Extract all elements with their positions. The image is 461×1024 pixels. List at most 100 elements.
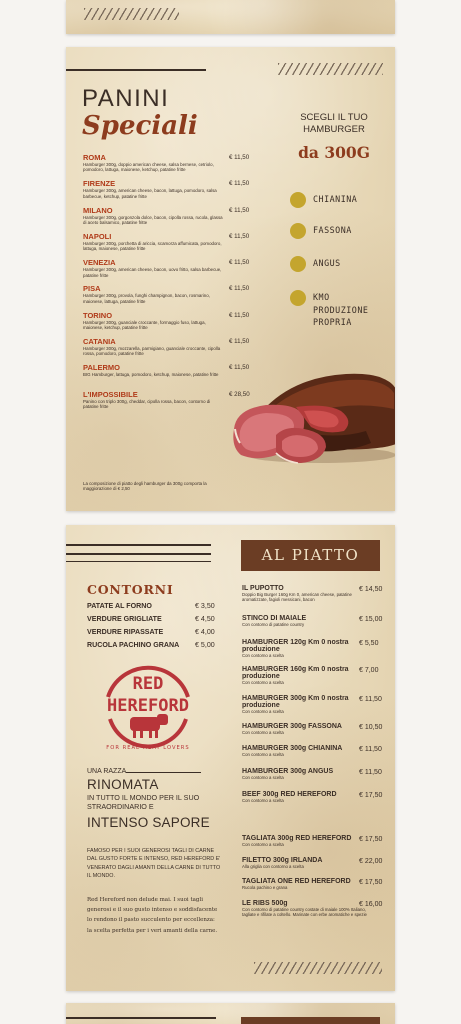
breed-item: FASSONA [290,223,352,239]
hatch-decoration [84,8,179,20]
menu-item-description: Hamburger 300g, provola, funghi champign… [83,293,210,304]
header-band [241,1017,380,1024]
description-paragraph: Red Hereford non delude mai. I suoi tagl… [87,897,218,934]
menu-item-price: € 11,50 [229,311,250,319]
menu-page-al-piatto: AL PIATTO CONTORNI PATATE AL FORNO € 3,50… [66,525,395,991]
dish-item: BEEF 300g RED HEREFORD Con contorno a sce… [242,791,388,803]
menu-item-price: € 11,50 [229,259,250,267]
contorno-name: RUCOLA PACHINO GRANA [87,640,180,649]
contorno-item: VERDURE RIPASSATE € 4,00 [87,628,217,641]
dish-item: HAMBURGER 300g Km 0 nostra produzione Con… [242,695,388,714]
divider [66,553,211,555]
dish-price: € 10,50 [359,724,383,731]
dish-price: € 11,50 [359,696,382,703]
menu-item-description: Hamburger 300g, guanciale croccante, for… [83,319,206,331]
choose-hamburger-text: SCEGLI IL TUO HAMBURGER [300,112,368,135]
bullet-dot-icon [290,290,306,306]
dish-item: HAMBURGER 300g CHIANINA Con contorno a sc… [242,745,388,757]
dish-description: Con contorno di patatine country costate… [242,907,367,918]
menu-item: FIRENZE Hamburger 300g, american cheese, … [83,179,273,205]
dish-description: Doppio Big Burger 160g Km 0, american ch… [242,592,352,603]
dish-item: FILETTO 300g IRLANDA Alla griglia con con… [242,857,388,869]
dish-price: € 15,00 [359,616,383,623]
dish-price: € 7,00 [359,667,379,674]
cow-icon [130,714,168,738]
dish-item: TAGLIATA ONE RED HEREFORD Rucola pachino … [242,878,388,890]
menu-item-price: € 11,50 [229,154,250,161]
dish-item: STINCO DI MAIALE Con contorno di patatine… [242,615,388,627]
logo-tagline: FOR REAL MEAT LOVERS [106,745,189,751]
menu-item: NAPOLI Hamburger 300g, porchetta di aricc… [83,232,273,258]
divider [66,69,206,71]
dish-item: IL PUPOTTO Doppio Big Burger 160g Km 0, a… [242,585,388,603]
dish-item: LE RIBS 500g Con contorno di patatine cou… [242,900,388,918]
contorno-price: € 5,00 [195,640,215,649]
menu-item: VENEZIA Hamburger 300g, american cheese, … [83,258,273,284]
dish-description: Con contorno a scelta [242,798,284,803]
menu-item-description: Panino con triplo 300g, cheddar, cipolla… [83,398,211,410]
contorni-title: CONTORNI [87,582,174,597]
dish-description: Con contorno a scelta [242,775,284,780]
bullet-dot-icon [290,256,306,272]
divider [126,772,201,773]
menu-item: ROMA Hamburger 300g, doppio american chee… [83,153,273,179]
menu-page-top-partial [66,0,395,34]
breed-item: CHIANINA [290,192,357,208]
dish-price: € 17,50 [359,792,383,799]
contorno-price: € 4,00 [195,627,215,636]
hatch-decoration [278,63,383,75]
divider [66,561,211,562]
menu-item-price: € 11,50 [229,232,250,240]
contorno-price: € 3,50 [195,602,215,610]
bullet-dot-icon [290,223,306,239]
menu-item-description: Hamburger 300g, mozzarella, parmigiano, … [83,346,221,357]
breed-label: ANGUS [313,258,341,268]
menu-item-price: € 11,50 [229,180,250,188]
dish-description: Con contorno a scelta [242,752,284,757]
logo-line2: HEREFORD [107,696,189,716]
contorno-item: PATATE AL FORNO € 3,50 [87,602,217,615]
menu-item: TORINO Hamburger 300g, guanciale croccant… [83,311,273,337]
menu-item-price: € 11,50 [229,206,250,214]
menu-item: MILANO Hamburger 300g, gorgonzola dolce, … [83,206,273,232]
famosi-text: FAMOSO PER I SUOI GENEROSI TAGLI DI CARN… [87,848,221,879]
footnote: La composizione di piatto degli hamburge… [83,481,207,492]
dish-item: HAMBURGER 300g FASSONA Con contorno a sce… [242,723,388,735]
breed-label: CHIANINA [313,194,358,204]
section-subtitle: Speciali [82,111,198,141]
dish-price: € 22,00 [359,858,383,865]
menu-item-price: € 11,50 [229,338,250,346]
breed-label: FASSONA [313,225,352,235]
weight-label: da 300G [298,143,370,162]
divider [66,544,211,546]
dish-description: Rucola pachino e grana [242,885,288,890]
menu-item-description: Hamburger 300g, gorgonzola dolce, bacon,… [83,214,223,225]
dish-price: € 16,00 [359,901,383,908]
menu-item-description: Hamburger 300g, porchetta di ariccia, sc… [83,240,222,252]
dish-description: Con contorno a scelta [242,730,284,735]
dish-price: € 17,50 [359,836,383,843]
menu-item-description: BIG Hamburger, lattuga, pomodoro, ketchu… [83,372,219,378]
contorni-list: PATATE AL FORNO € 3,50 VERDURE GRIGLIATE € … [87,602,217,654]
contorno-item: VERDURE GRIGLIATE € 4,50 [87,615,217,628]
menu-item-price: € 11,50 [229,285,250,293]
dish-description: Con contorno di patatine country [242,622,305,627]
dish-price: € 17,50 [359,879,383,886]
menu-item: CATANIA Hamburger 300g, mozzarella, parmi… [83,337,273,363]
contorno-name: VERDURE GRIGLIATE [87,614,162,623]
breed-item: ANGUS [290,256,341,272]
contorno-price: € 4,50 [195,614,215,623]
red-hereford-logo: RED HEREFORD FOR REAL MEAT LOVERS [106,665,190,751]
una-razza-text: UNA RAZZA [87,768,127,775]
breed-label: KMO PRODUZIONE PROPRIA [313,292,369,327]
menu-item-description: Hamburger 300g, american cheese, bacon, … [83,188,217,199]
intenso-heading: INTENSO SAPORE [87,815,210,830]
divider [66,1017,216,1019]
contorno-name: VERDURE RIPASSATE [87,627,164,636]
bullet-dot-icon [290,192,306,208]
dish-item: HAMBURGER 160g Km 0 nostra produzione Con… [242,666,388,685]
dish-description: Alla griglia con contorno a scelta [242,864,304,869]
menu-item-description: Hamburger 300g, american cheese, bacon, … [83,267,222,278]
al-piatto-header: AL PIATTO [241,540,380,571]
dish-price: € 14,50 [359,586,383,593]
